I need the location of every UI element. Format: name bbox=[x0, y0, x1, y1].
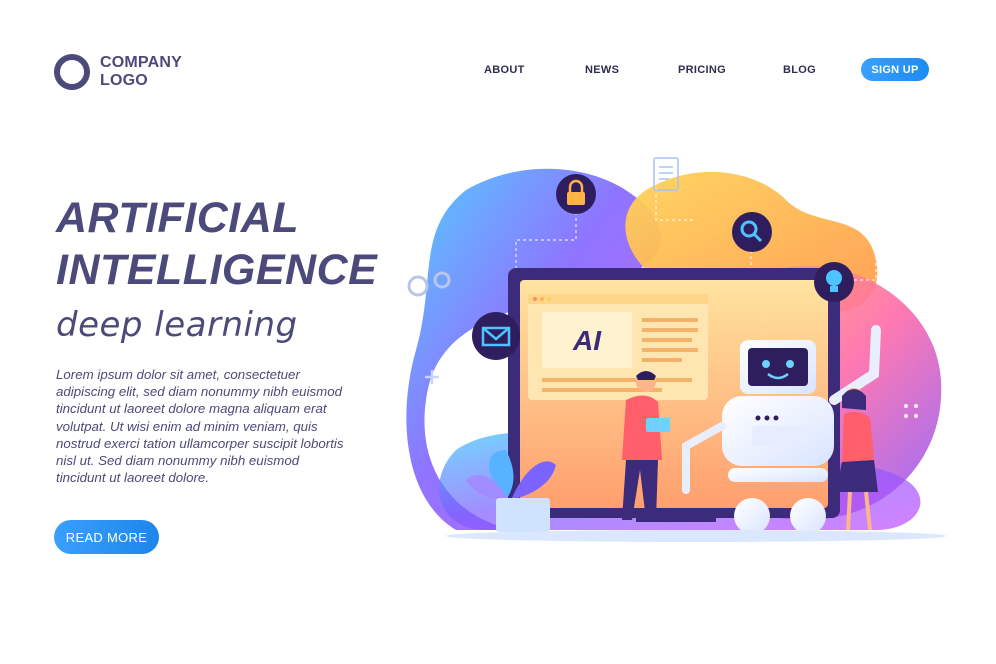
hero-title: ARTIFICIAL INTELLIGENCE bbox=[56, 192, 377, 296]
ai-illustration: AI bbox=[406, 157, 946, 542]
hero-title-line-2: INTELLIGENCE bbox=[56, 246, 378, 294]
body-line: tincidunt ut laoreet dolore magna aliqua… bbox=[56, 401, 327, 417]
hero-body-text: Lorem ipsum dolor sit amet, consectetuer… bbox=[56, 366, 376, 486]
read-more-button[interactable]: READ MORE bbox=[54, 520, 159, 554]
mail-icon bbox=[472, 312, 520, 360]
lightbulb-icon bbox=[814, 262, 854, 302]
window-dot bbox=[540, 297, 544, 301]
lock-icon bbox=[556, 174, 596, 214]
nav-link-about[interactable]: ABOUT bbox=[484, 64, 525, 76]
nav-link-pricing[interactable]: PRICING bbox=[678, 64, 726, 76]
browser-titlebar bbox=[528, 294, 708, 304]
signup-button[interactable]: SIGN UP bbox=[861, 58, 929, 81]
hero-subtitle: deep learning bbox=[56, 305, 298, 345]
main-nav: ABOUT NEWS PRICING BLOG bbox=[0, 64, 996, 78]
body-line: volutpat. Ut wisi enim ad minim veniam, … bbox=[56, 418, 318, 434]
window-dot bbox=[533, 297, 537, 301]
floor-shadow bbox=[446, 530, 946, 542]
body-line: nisl ut. Sed diam nonummy nibh euismod bbox=[56, 453, 300, 469]
hero-title-line-1: ARTIFICIAL bbox=[56, 194, 300, 242]
body-line: adipiscing elit, sed diam nonummy nibh e… bbox=[56, 384, 343, 400]
screen-ai-text: AI bbox=[572, 325, 602, 356]
search-icon bbox=[732, 212, 772, 252]
window-dot bbox=[547, 297, 551, 301]
body-line: nostrud exerci tation ullamcorper suscip… bbox=[56, 435, 344, 451]
nav-link-news[interactable]: NEWS bbox=[585, 64, 619, 76]
body-line: Lorem ipsum dolor sit amet, consectetuer bbox=[56, 367, 300, 382]
plant-pot bbox=[496, 498, 550, 532]
body-line: tincidunt ut laoreet dolore. bbox=[56, 470, 210, 486]
nav-link-blog[interactable]: BLOG bbox=[783, 64, 816, 76]
